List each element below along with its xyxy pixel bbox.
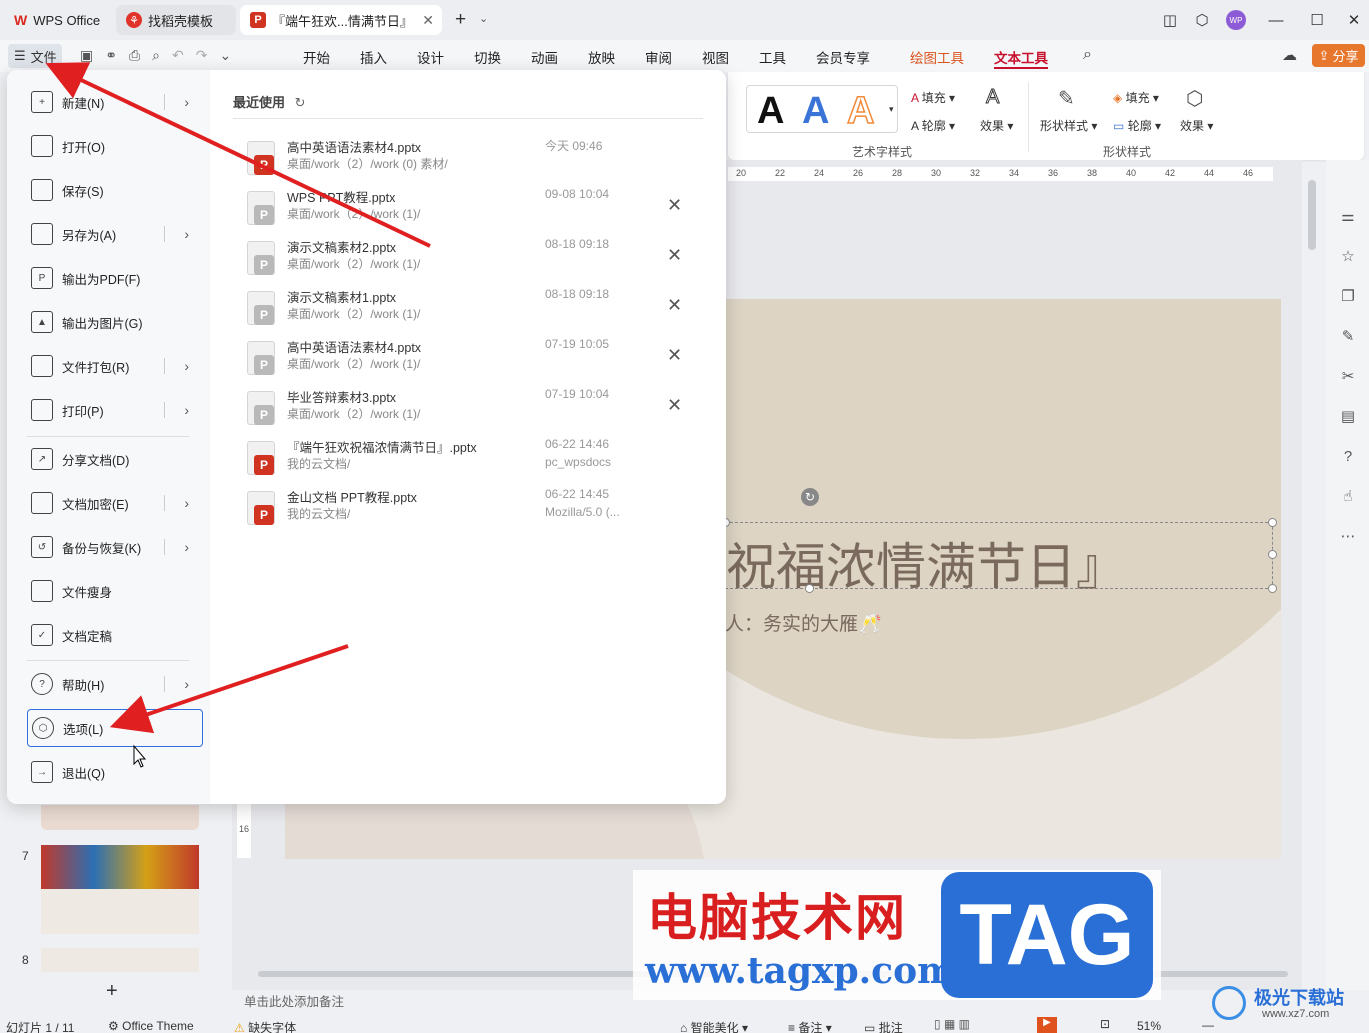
watermark-url: www.tagxp.com (645, 950, 956, 992)
site-logo: 极光下载站 www.xz7.com (1212, 982, 1362, 1028)
arrow-to-file-menu (45, 62, 431, 248)
site-logo-icon (1212, 986, 1246, 1020)
site-url: www.xz7.com (1262, 1008, 1330, 1020)
mouse-cursor-icon (133, 744, 147, 768)
arrow-to-options (109, 644, 349, 734)
watermark-tag: TAG (941, 872, 1153, 998)
watermark-cn: 电脑技术网 (647, 890, 907, 946)
watermark: 电脑技术网 www.tagxp.com TAG (633, 870, 1161, 1000)
site-name: 极光下载站 (1254, 988, 1344, 1008)
